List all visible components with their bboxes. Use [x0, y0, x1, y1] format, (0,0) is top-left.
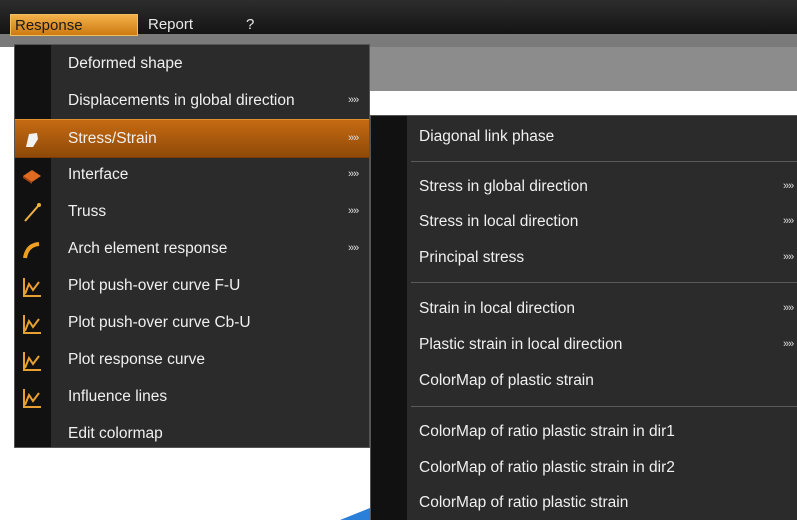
- submenu-item-colormap-ratio-dir1[interactable]: ColorMap of ratio plastic strain in dir1: [371, 413, 797, 450]
- menu-item-label: ColorMap of ratio plastic strain in dir1: [419, 423, 675, 440]
- submenu-item-diagonal-link[interactable]: Diagonal link phase: [371, 118, 797, 155]
- arch-icon: [21, 238, 43, 260]
- toolbar-area: [370, 47, 797, 91]
- menu-item-label: Displacements in global direction: [68, 92, 295, 109]
- submenu-arrow-icon: »»: [783, 180, 794, 192]
- curve-plot-icon: [21, 312, 43, 334]
- curve-plot-icon: [21, 275, 43, 297]
- menu-response[interactable]: Response: [10, 14, 138, 36]
- submenu-arrow-icon: »»: [348, 168, 359, 180]
- submenu-item-stress-local[interactable]: Stress in local direction »»: [371, 203, 797, 240]
- submenu-item-colormap-ratio[interactable]: ColorMap of ratio plastic strain: [371, 484, 797, 521]
- menu-item-arch-element[interactable]: Arch element response »»: [15, 230, 369, 267]
- menu-item-label: ColorMap of ratio plastic strain in dir2: [419, 459, 675, 476]
- menu-item-label: ColorMap of ratio plastic strain: [419, 494, 629, 511]
- menu-item-edit-colormap[interactable]: Edit colormap: [15, 415, 369, 452]
- menu-item-label: ColorMap of plastic strain: [419, 372, 594, 389]
- submenu-item-principal-stress[interactable]: Principal stress »»: [371, 239, 797, 276]
- menu-item-label: Deformed shape: [68, 55, 183, 72]
- menu-item-pushover-fu[interactable]: Plot push-over curve F-U: [15, 267, 369, 304]
- menu-item-displacements[interactable]: Displacements in global direction »»: [15, 82, 369, 119]
- truss-icon: [21, 201, 43, 223]
- interface-icon: [21, 164, 43, 186]
- menu-separator: [411, 282, 797, 283]
- menu-item-label: Truss: [68, 203, 107, 220]
- submenu-arrow-icon: »»: [783, 302, 794, 314]
- menu-item-label: Stress/Strain: [68, 130, 157, 147]
- menu-item-label: Stress in local direction: [419, 213, 579, 230]
- menu-item-truss[interactable]: Truss »»: [15, 193, 369, 230]
- submenu-item-plastic-strain-local[interactable]: Plastic strain in local direction »»: [371, 326, 797, 363]
- menu-item-influence-lines[interactable]: Influence lines: [15, 378, 369, 415]
- curve-plot-icon: [21, 349, 43, 371]
- menu-item-interface[interactable]: Interface »»: [15, 156, 369, 193]
- menu-separator: [411, 161, 797, 162]
- menu-item-label: Plot push-over curve F-U: [68, 277, 241, 294]
- submenu-item-stress-global[interactable]: Stress in global direction »»: [371, 168, 797, 205]
- submenu-item-colormap-ratio-dir2[interactable]: ColorMap of ratio plastic strain in dir2: [371, 449, 797, 486]
- menu-report[interactable]: Report: [144, 14, 197, 36]
- menu-item-deformed-shape[interactable]: Deformed shape: [15, 45, 369, 82]
- submenu-item-colormap-plastic[interactable]: ColorMap of plastic strain: [371, 362, 797, 399]
- menu-item-label: Strain in local direction: [419, 300, 575, 317]
- menu-item-label: Interface: [68, 166, 129, 183]
- menu-item-label: Edit colormap: [68, 425, 163, 442]
- menu-item-stress-strain[interactable]: Stress/Strain »»: [15, 119, 369, 158]
- submenu-item-strain-local[interactable]: Strain in local direction »»: [371, 290, 797, 327]
- menu-item-label: Stress in global direction: [419, 178, 588, 195]
- stress-strain-submenu: Diagonal link phase Stress in global dir…: [370, 115, 797, 520]
- stress-strain-icon: [21, 128, 43, 150]
- menu-item-label: Principal stress: [419, 249, 525, 266]
- submenu-arrow-icon: »»: [348, 132, 359, 144]
- submenu-arrow-icon: »»: [348, 242, 359, 254]
- menu-item-label: Plastic strain in local direction: [419, 336, 623, 353]
- submenu-arrow-icon: »»: [348, 205, 359, 217]
- submenu-arrow-icon: »»: [348, 94, 359, 106]
- canvas-shape-fragment: [340, 508, 370, 520]
- menu-item-pushover-cbu[interactable]: Plot push-over curve Cb-U: [15, 304, 369, 341]
- menu-item-label: Plot push-over curve Cb-U: [68, 314, 251, 331]
- menu-item-response-curve[interactable]: Plot response curve: [15, 341, 369, 378]
- submenu-arrow-icon: »»: [783, 215, 794, 227]
- submenu-arrow-icon: »»: [783, 251, 794, 263]
- curve-plot-icon: [21, 386, 43, 408]
- menu-separator: [411, 406, 797, 407]
- response-menu: Deformed shape Displacements in global d…: [14, 44, 370, 448]
- menu-help[interactable]: ?: [242, 14, 258, 36]
- menu-item-label: Influence lines: [68, 388, 168, 405]
- menu-item-label: Arch element response: [68, 240, 228, 257]
- submenu-arrow-icon: »»: [783, 338, 794, 350]
- menu-item-label: Diagonal link phase: [419, 128, 555, 145]
- menu-item-label: Plot response curve: [68, 351, 205, 368]
